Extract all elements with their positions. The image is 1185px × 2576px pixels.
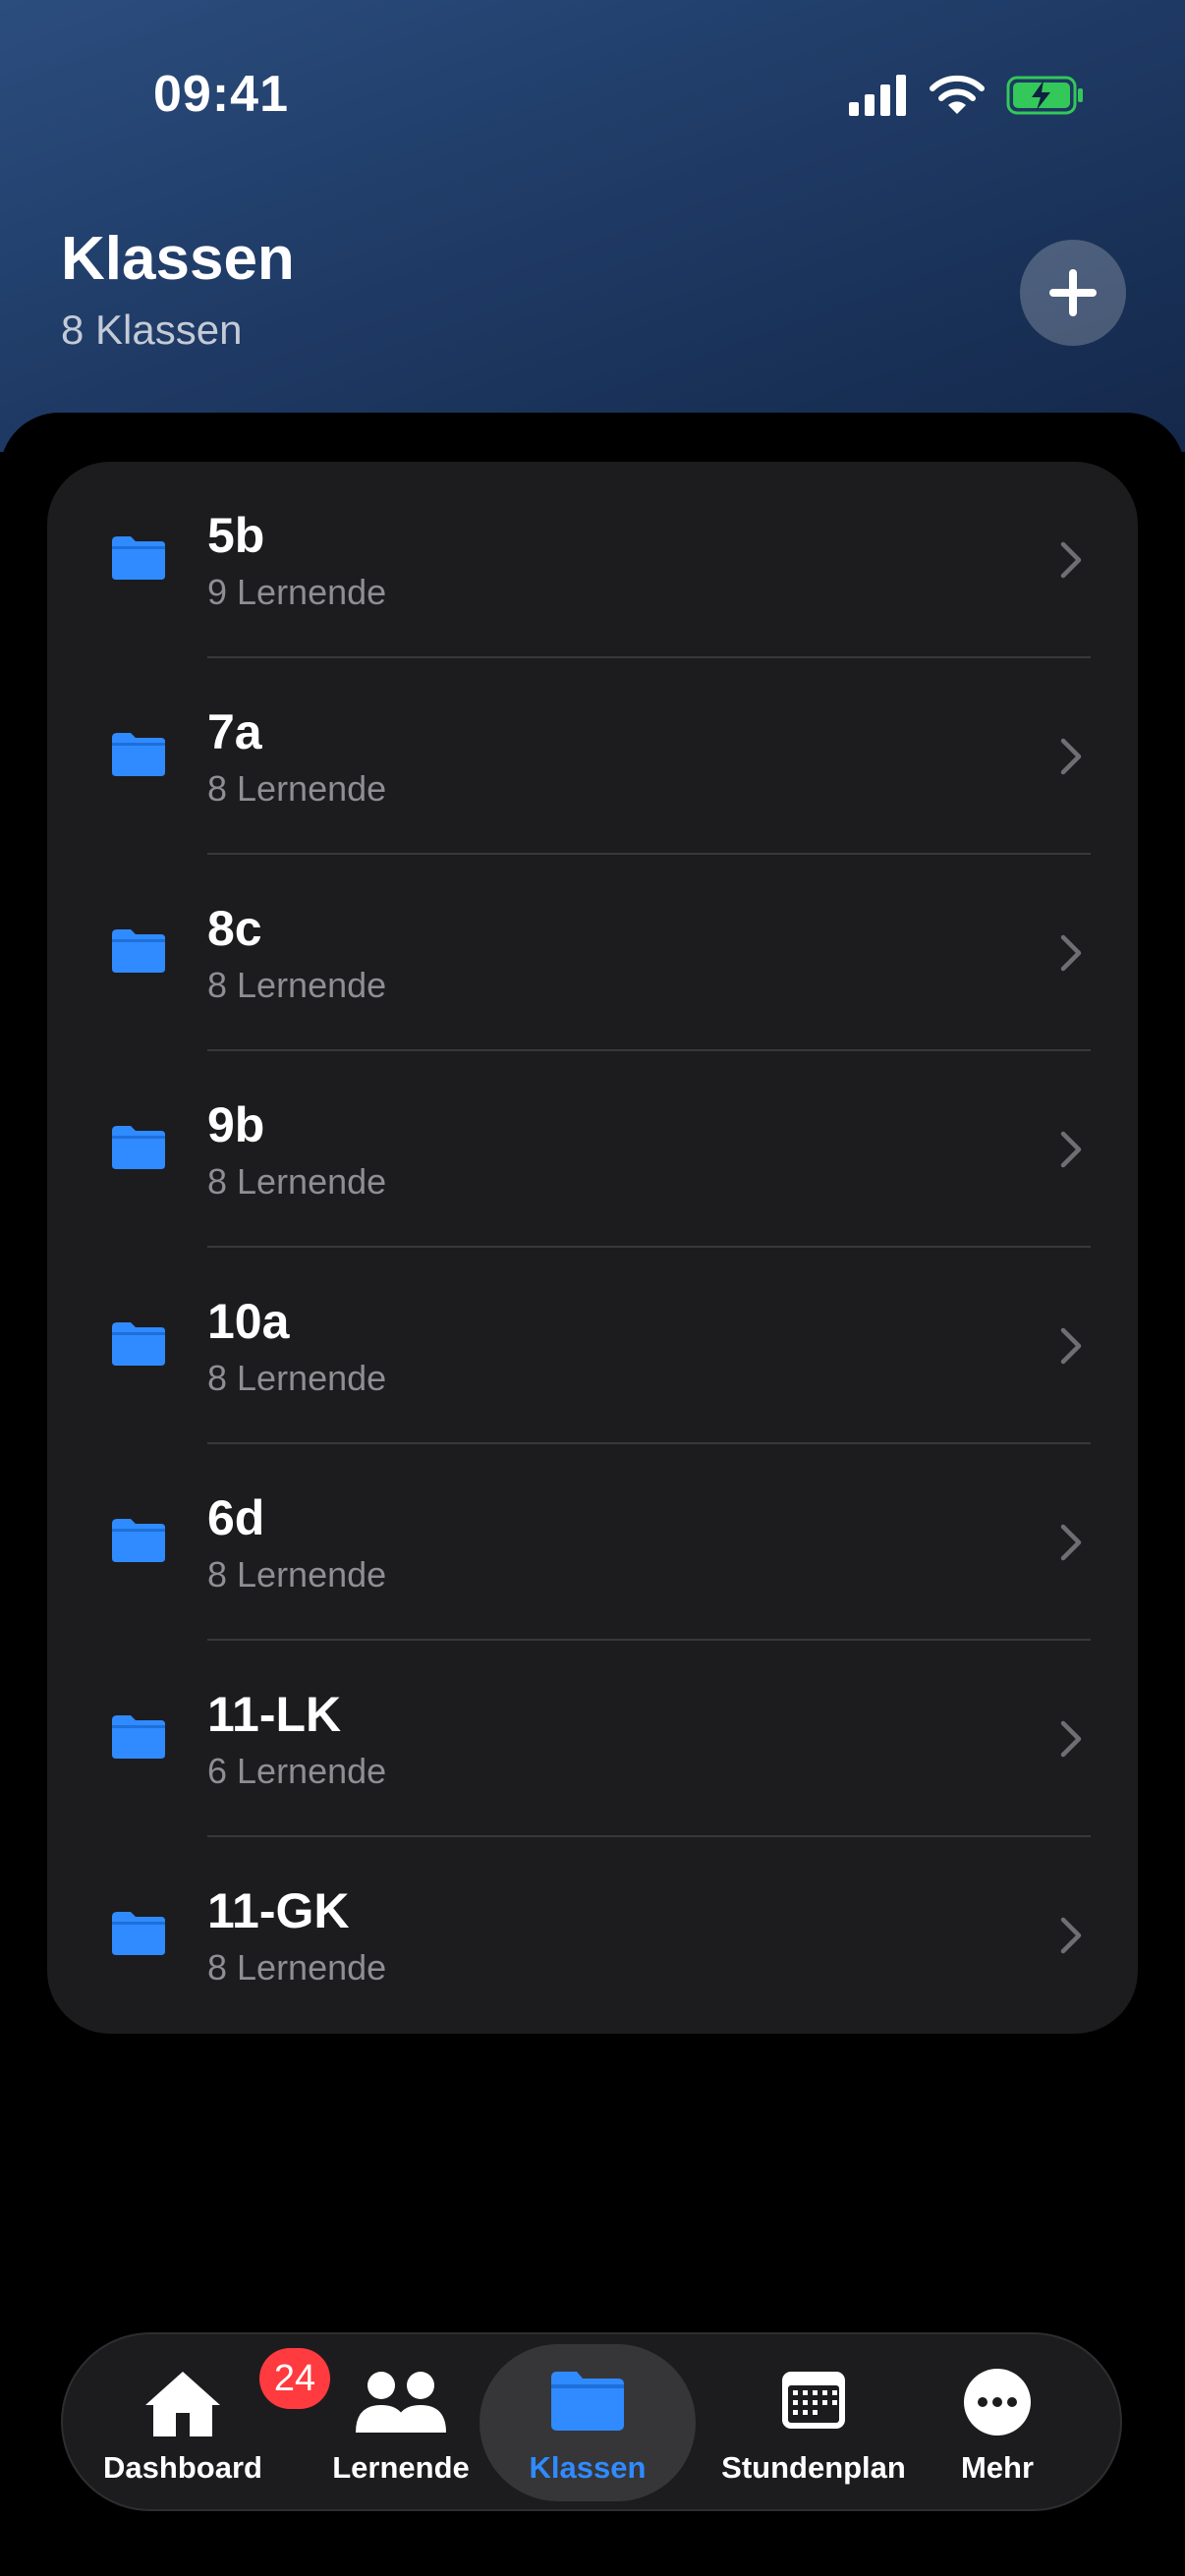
class-name: 6d xyxy=(207,1490,265,1545)
folder-icon xyxy=(112,1519,165,1562)
class-list: 5b 9 Lernende 7a 8 Lernende 8c 8 Lernende 9b 8 … xyxy=(47,462,1138,2034)
calendar-icon xyxy=(782,2372,845,2429)
class-row[interactable]: 5b 9 Lernende xyxy=(47,462,1138,658)
folder-icon xyxy=(112,1715,165,1759)
student-count: 8 Lernende xyxy=(207,965,387,1005)
chevron-right-icon xyxy=(1060,934,1082,972)
class-name: 9b xyxy=(207,1097,265,1152)
battery-charging-icon xyxy=(1006,76,1083,115)
signal-icon xyxy=(849,75,906,116)
class-row[interactable]: 11-GK 8 Lernende xyxy=(47,1837,1138,2034)
add-class-button[interactable] xyxy=(1020,240,1126,346)
folder-icon xyxy=(551,2372,624,2431)
folder-icon xyxy=(112,929,165,973)
class-row[interactable]: 8c 8 Lernende xyxy=(47,855,1138,1051)
class-row[interactable]: 9b 8 Lernende xyxy=(47,1051,1138,1248)
chevron-right-icon xyxy=(1060,1131,1082,1168)
people-icon xyxy=(356,2372,446,2433)
page-subtitle: 8 Klassen xyxy=(61,307,243,353)
tab-label: Dashboard xyxy=(103,2450,262,2485)
student-count: 6 Lernende xyxy=(207,1751,387,1791)
chevron-right-icon xyxy=(1060,541,1082,579)
student-count: 8 Lernende xyxy=(207,768,387,809)
chevron-right-icon xyxy=(1060,1720,1082,1758)
tab-label: Lernende xyxy=(332,2450,470,2485)
student-count: 8 Lernende xyxy=(207,1161,387,1202)
folder-icon xyxy=(112,1322,165,1366)
class-name: 5b xyxy=(207,508,265,563)
class-row[interactable]: 10a 8 Lernende xyxy=(47,1248,1138,1444)
class-row[interactable]: 7a 8 Lernende xyxy=(47,658,1138,855)
chevron-right-icon xyxy=(1060,1917,1082,1954)
page-title: Klassen xyxy=(61,225,295,293)
tab-bar: 24 Dashboard Lernende Klassen Stundenpla… xyxy=(61,2332,1122,2511)
tab-klassen[interactable]: Klassen xyxy=(489,2334,686,2511)
class-row[interactable]: 11-LK 6 Lernende xyxy=(47,1641,1138,1837)
tab-dashboard[interactable]: 24 Dashboard xyxy=(85,2334,330,2511)
wifi-icon xyxy=(930,75,985,114)
student-count: 8 Lernende xyxy=(207,1554,387,1595)
class-name: 7a xyxy=(207,704,262,759)
folder-icon xyxy=(112,1126,165,1169)
class-name: 11-GK xyxy=(207,1883,350,1938)
status-icons xyxy=(849,73,1083,118)
tab-label: Stundenplan xyxy=(721,2450,906,2485)
tab-lernende[interactable]: Lernende xyxy=(303,2334,499,2511)
class-name: 10a xyxy=(207,1294,290,1349)
folder-icon xyxy=(112,733,165,776)
folder-icon xyxy=(112,536,165,580)
student-count: 8 Lernende xyxy=(207,1947,387,1988)
student-count: 8 Lernende xyxy=(207,1358,387,1398)
chevron-right-icon xyxy=(1060,1524,1082,1561)
folder-icon xyxy=(112,1912,165,1955)
chevron-right-icon xyxy=(1060,738,1082,775)
tab-label: Mehr xyxy=(960,2450,1035,2485)
tab-stundenplan[interactable]: Stundenplan xyxy=(696,2334,931,2511)
status-time: 09:41 xyxy=(153,66,289,123)
more-icon xyxy=(964,2369,1031,2436)
house-icon xyxy=(145,2372,220,2436)
tab-mehr[interactable]: Mehr xyxy=(904,2334,1091,2511)
chevron-right-icon xyxy=(1060,1327,1082,1365)
class-name: 11-LK xyxy=(207,1687,342,1742)
tab-label: Klassen xyxy=(529,2450,647,2485)
plus-icon xyxy=(1049,269,1097,316)
class-row[interactable]: 6d 8 Lernende xyxy=(47,1444,1138,1641)
class-name: 8c xyxy=(207,901,262,956)
student-count: 9 Lernende xyxy=(207,572,387,612)
